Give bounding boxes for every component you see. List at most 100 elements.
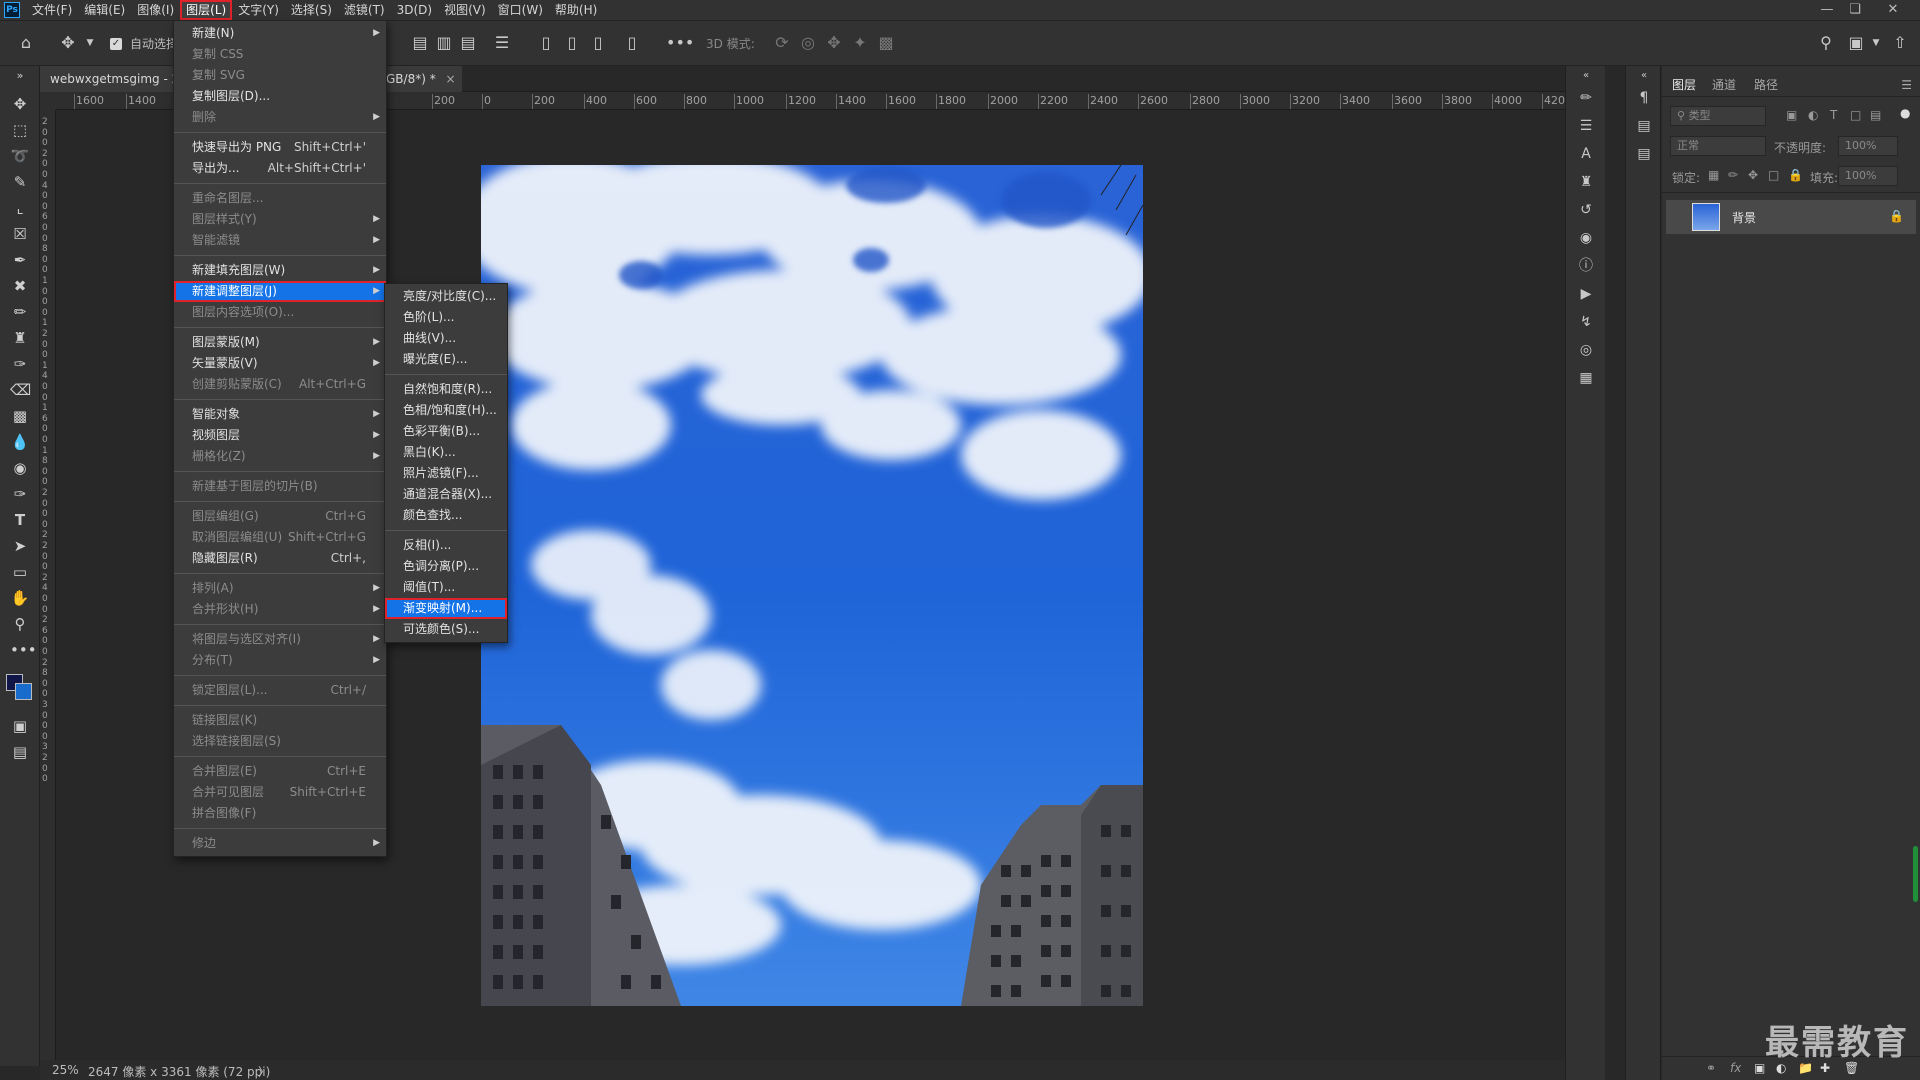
menu-item[interactable]: 窗口(W) xyxy=(492,0,549,20)
menu-item[interactable]: 黑白(K)... xyxy=(385,442,507,463)
menu-item[interactable]: 文件(F) xyxy=(26,0,78,20)
menu-item[interactable]: 曝光度(E)... xyxy=(385,349,507,370)
menu-item[interactable]: 快速导出为 PNG Shift+Ctrl+' xyxy=(174,137,386,158)
menu-item[interactable]: 自然饱和度(R)... xyxy=(385,379,507,400)
menu-item[interactable]: 阈值(T)... xyxy=(385,577,507,598)
menu-item[interactable]: 色调分离(P)... xyxy=(385,556,507,577)
align-top-icon[interactable]: ▯ xyxy=(536,33,556,53)
menu-item[interactable]: 曲线(V)... xyxy=(385,328,507,349)
filter-pixel-icon[interactable]: ▣ xyxy=(1786,108,1797,122)
menu-item[interactable]: 导出为... Alt+Shift+Ctrl+' xyxy=(174,158,386,179)
search-icon[interactable]: ⚲ xyxy=(1816,33,1836,53)
menu-item[interactable]: 照片滤镜(F)... xyxy=(385,463,507,484)
chevron-down-icon[interactable]: ▼ xyxy=(1866,33,1886,53)
paths-icon[interactable]: ↯ xyxy=(1576,312,1596,332)
menu-item[interactable]: 文字(Y) xyxy=(232,0,285,20)
menu-item[interactable]: 选择(S) xyxy=(285,0,338,20)
close-tab-icon[interactable]: × xyxy=(446,72,456,86)
camera-3d-icon[interactable]: ▩ xyxy=(876,33,896,53)
workspace-icon[interactable]: ▣ xyxy=(1846,33,1866,53)
menu-item[interactable]: 帮助(H) xyxy=(549,0,603,20)
menu-item[interactable]: 编辑(E) xyxy=(78,0,131,20)
menu-item[interactable]: 图像(I) xyxy=(131,0,180,20)
menu-item[interactable]: 色相/饱和度(H)... xyxy=(385,400,507,421)
orbit-3d-icon[interactable]: ⟳ xyxy=(772,33,792,53)
dodge-tool-icon[interactable]: ◉ xyxy=(10,458,30,478)
menu-item[interactable]: 色彩平衡(B)... xyxy=(385,421,507,442)
color-icon[interactable]: ◉ xyxy=(1576,228,1596,248)
history-brush-tool-icon[interactable]: ✑ xyxy=(10,354,30,374)
link-icon[interactable]: ⚭ xyxy=(1706,1061,1716,1075)
align-left-icon[interactable]: ▤ xyxy=(410,33,430,53)
background-color-swatch[interactable] xyxy=(15,683,32,700)
menu-item[interactable]: 新建填充图层(W) ▶ xyxy=(174,260,386,281)
filter-smart-icon[interactable]: ▤ xyxy=(1870,108,1881,122)
tab-paths[interactable]: 路径 xyxy=(1754,76,1778,93)
zoom-tool-icon[interactable]: ⚲ xyxy=(10,614,30,634)
info-icon[interactable]: ⓘ xyxy=(1576,256,1596,276)
eyedropper-tool-icon[interactable]: ✒ xyxy=(10,250,30,270)
document-tab-tail[interactable]: GB/8*) * × xyxy=(380,66,462,92)
panel-menu-icon[interactable]: ☰ xyxy=(1901,78,1912,92)
menu-item[interactable]: 亮度/对比度(C)... xyxy=(385,286,507,307)
chevron-down-icon[interactable]: ▼ xyxy=(80,33,100,53)
scroll-indicator[interactable] xyxy=(1913,846,1918,902)
crop-tool-icon[interactable]: ⌞ xyxy=(10,198,30,218)
blur-tool-icon[interactable]: 💧 xyxy=(10,432,30,452)
menu-item-highlighted[interactable]: 新建调整图层(J) ▶ xyxy=(174,281,386,302)
menu-item[interactable]: 3D(D) xyxy=(391,0,438,20)
character-icon[interactable]: A xyxy=(1576,144,1596,164)
screen-mode-icon[interactable]: ▤ xyxy=(10,742,30,762)
history-icon[interactable]: ↺ xyxy=(1576,200,1596,220)
menu-item[interactable]: 颜色查找... xyxy=(385,505,507,526)
more-options-icon[interactable]: ••• xyxy=(666,33,694,53)
lock-paint-icon[interactable]: ✏ xyxy=(1728,168,1738,182)
lasso-tool-icon[interactable]: ➰ xyxy=(10,146,30,166)
mask-icon[interactable]: ▣ xyxy=(1754,1061,1765,1075)
brush-tool-icon[interactable]: ✏ xyxy=(10,302,30,322)
menu-item[interactable]: 隐藏图层(R) Ctrl+, xyxy=(174,548,386,569)
eraser-tool-icon[interactable]: ⌫ xyxy=(10,380,31,400)
layer-row[interactable]: 背景 🔒 xyxy=(1666,200,1916,234)
restore-icon[interactable]: ❏ xyxy=(1842,0,1868,20)
pen-tool-icon[interactable]: ✑ xyxy=(10,484,30,504)
minimize-icon[interactable]: — xyxy=(1814,0,1840,20)
distribute-vertical-icon[interactable]: ▯ xyxy=(622,33,642,53)
distribute-icon[interactable]: ☰ xyxy=(492,33,512,53)
marquee-tool-icon[interactable]: ⬚ xyxy=(10,120,30,140)
filter-toggle-icon[interactable]: ● xyxy=(1900,106,1910,120)
gradient-tool-icon[interactable]: ▩ xyxy=(10,406,30,426)
layer-filter-select[interactable]: ⚲ 类型 xyxy=(1670,106,1766,126)
auto-select-checkbox[interactable]: ✓ xyxy=(110,38,122,50)
menu-item[interactable]: 滤镜(T) xyxy=(338,0,391,20)
more-tools-icon[interactable]: ••• xyxy=(10,640,37,660)
collapse-icon[interactable]: « xyxy=(1634,66,1654,86)
tab-channels[interactable]: 通道 xyxy=(1712,76,1736,93)
lock-artboard-icon[interactable]: □ xyxy=(1768,168,1779,182)
align-middle-icon[interactable]: ▯ xyxy=(562,33,582,53)
menu-item[interactable]: 图层蒙版(M) ▶ xyxy=(174,332,386,353)
home-icon[interactable]: ⌂ xyxy=(16,33,36,53)
menu-item[interactable]: 智能对象 ▶ xyxy=(174,404,386,425)
menu-item[interactable]: 通道混合器(X)... xyxy=(385,484,507,505)
table-icon[interactable]: ▦ xyxy=(1576,368,1596,388)
align-center-icon[interactable]: ▥ xyxy=(434,33,454,53)
document-tab[interactable]: webwxgetmsgimg - 2 xyxy=(40,66,175,92)
menu-item[interactable]: 矢量蒙版(V) ▶ xyxy=(174,353,386,374)
path-select-tool-icon[interactable]: ➤ xyxy=(10,536,30,556)
opacity-field[interactable]: 100% xyxy=(1838,136,1898,156)
collapse-icon[interactable]: » xyxy=(10,66,30,86)
share-icon[interactable]: ⇧ xyxy=(1890,33,1910,53)
clone-stamp-tool-icon[interactable]: ♜ xyxy=(10,328,30,348)
clone-source-icon[interactable]: ♜ xyxy=(1576,172,1596,192)
quick-mask-icon[interactable]: ▣ xyxy=(10,716,30,736)
rectangle-tool-icon[interactable]: ▭ xyxy=(10,562,30,582)
properties-icon[interactable]: ▤ xyxy=(1634,116,1654,136)
paragraph-icon[interactable]: ¶ xyxy=(1634,88,1654,108)
menu-item[interactable]: 视频图层 ▶ xyxy=(174,425,386,446)
menu-item-highlighted[interactable]: 渐变映射(M)... xyxy=(385,598,507,619)
adjustments-icon[interactable]: ☰ xyxy=(1576,116,1596,136)
menu-item[interactable]: 反相(I)... xyxy=(385,535,507,556)
healing-tool-icon[interactable]: ✖ xyxy=(10,276,30,296)
zoom-level[interactable]: 25% xyxy=(52,1063,79,1077)
